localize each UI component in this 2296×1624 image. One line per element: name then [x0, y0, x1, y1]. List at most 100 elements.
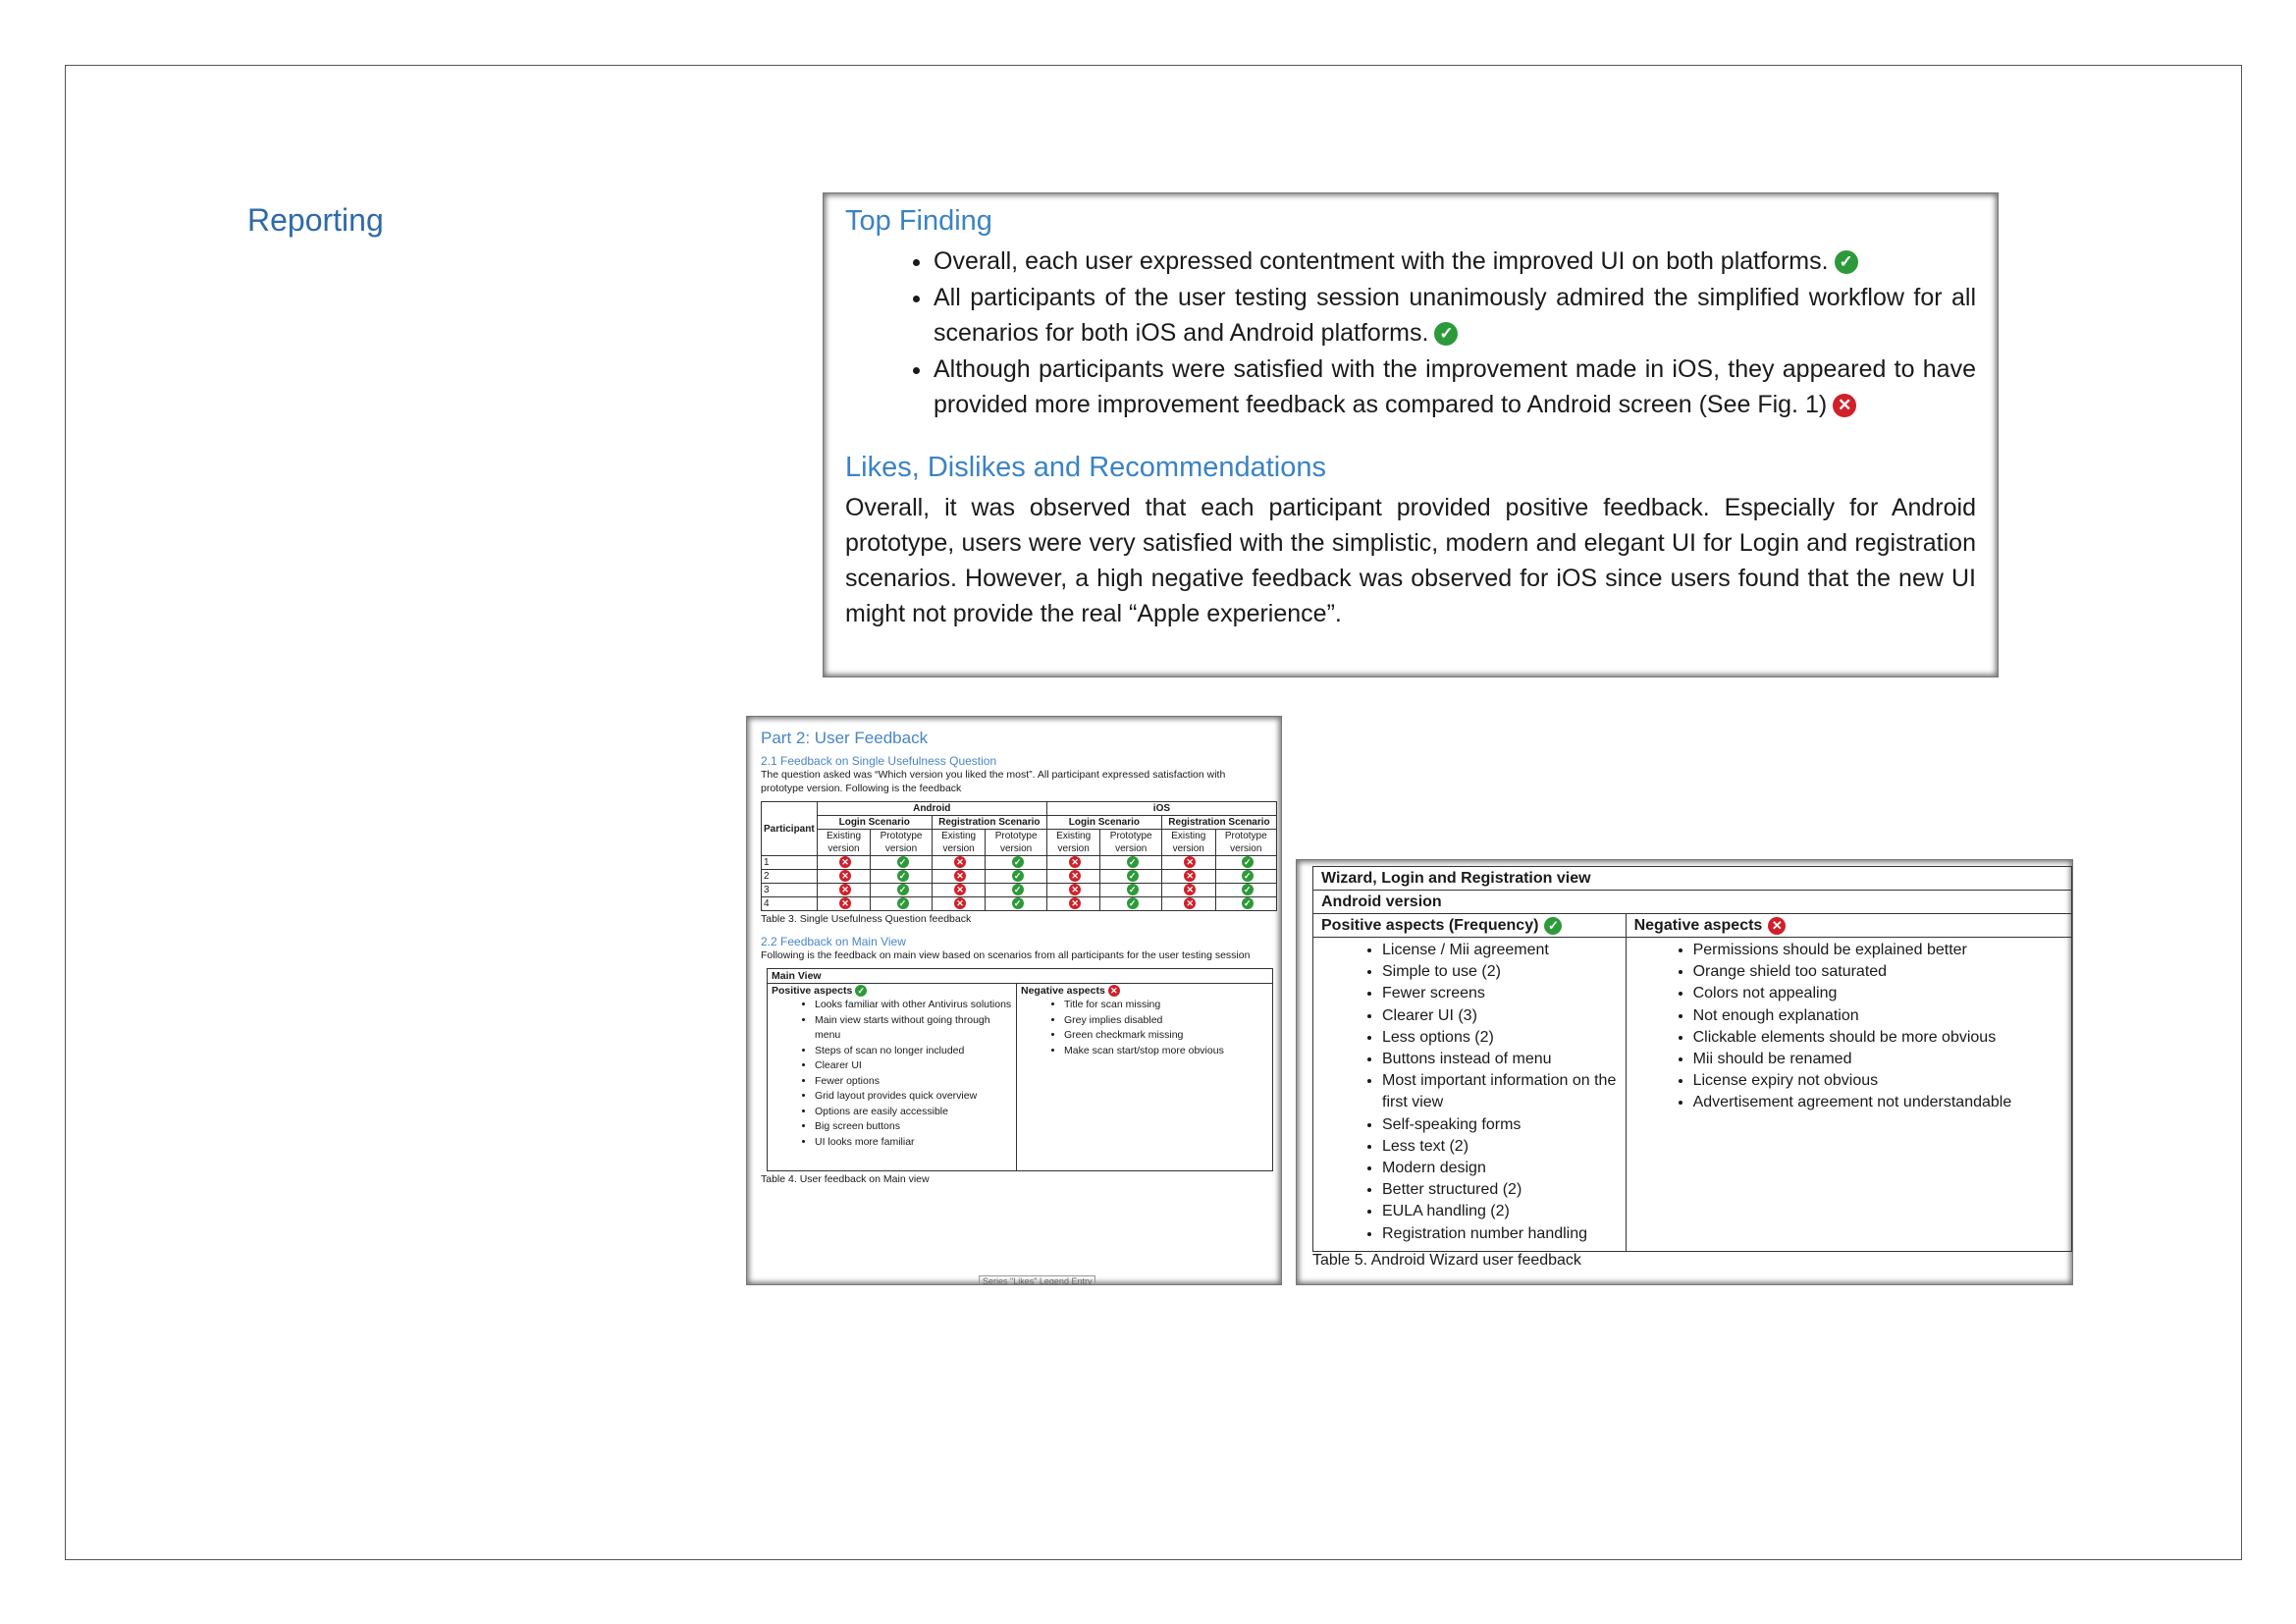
- existing-header: Existing version: [816, 829, 872, 856]
- wizard-negative-column: Negative aspects ✕ Permissions should be …: [1626, 914, 2071, 1251]
- table-cell: ✓: [1214, 869, 1278, 884]
- table-cell: ✓: [985, 869, 1047, 884]
- check-icon: ✓: [896, 897, 909, 910]
- table-cell: ✓: [870, 883, 933, 897]
- table-cell: ✓: [1099, 869, 1162, 884]
- table3-caption: Table 3. Single Usefulness Question feed…: [761, 913, 972, 925]
- list-item: Big screen buttons: [815, 1119, 1012, 1135]
- table-cell: ✕: [1160, 855, 1216, 870]
- top-finding-item: Although participants were satisfied wit…: [934, 352, 1976, 422]
- list-item: Less options (2): [1382, 1027, 1626, 1049]
- list-item: Buttons instead of menu: [1382, 1049, 1626, 1070]
- wizard-negative-list: Permissions should be explained betterOr…: [1627, 940, 2071, 1114]
- list-item: Steps of scan no longer included: [815, 1044, 1012, 1059]
- list-item: License expiry not obvious: [1693, 1070, 2071, 1092]
- cross-icon: ✕: [1184, 897, 1197, 910]
- table-cell: ✕: [1045, 896, 1101, 911]
- table-cell: ✓: [870, 896, 933, 911]
- list-item: Looks familiar with other Antivirus solu…: [815, 998, 1012, 1013]
- check-icon: ✓: [1011, 884, 1024, 896]
- android-header: Android: [816, 801, 1047, 816]
- wizard-table: Wizard, Login and Registration view Andr…: [1312, 866, 2072, 1252]
- cross-icon: ✕: [839, 856, 851, 869]
- check-icon: ✓: [1126, 870, 1139, 883]
- table-row: 2 ✕ ✓ ✕ ✓ ✕ ✓ ✕ ✓: [761, 869, 1278, 884]
- check-icon: ✓: [896, 884, 909, 896]
- table-cell: ✕: [931, 855, 987, 870]
- legend-entry-label: Series "Likes" Legend Entry: [979, 1275, 1096, 1284]
- cross-icon: ✕: [954, 856, 967, 869]
- table-cell: ✕: [931, 883, 987, 897]
- list-item: Orange shield too saturated: [1693, 961, 2071, 983]
- cross-icon: ✕: [839, 897, 851, 910]
- main-view-negative-list: Title for scan missingGrey implies disab…: [1021, 998, 1268, 1058]
- list-item: Most important information on the first …: [1382, 1070, 1626, 1113]
- cross-icon: ✕: [954, 870, 967, 883]
- likes-paragraph: Overall, it was observed that each parti…: [845, 494, 1976, 627]
- cross-icon: ✕: [1184, 856, 1197, 869]
- wizard-negative-header: Negative aspects: [1633, 917, 1763, 934]
- top-finding-panel: Top Finding Overall, each user expressed…: [823, 192, 1999, 677]
- usefulness-subheading: 2.1 Feedback on Single Usefulness Questi…: [761, 754, 997, 768]
- table-cell: ✓: [985, 883, 1047, 897]
- list-item: Not enough explanation: [1693, 1005, 2071, 1027]
- participant-id: 1: [761, 855, 818, 870]
- main-view-positive-column: Positive aspects✓ Looks familiar with ot…: [768, 984, 1017, 1170]
- top-finding-list: Overall, each user expressed contentment…: [845, 244, 1976, 422]
- wizard-positive-list: License / Mii agreementSimple to use (2)…: [1313, 940, 1626, 1245]
- list-item: Self-speaking forms: [1382, 1114, 1626, 1136]
- check-icon: ✓: [1434, 322, 1459, 347]
- usefulness-intro: The question asked was “Which version yo…: [761, 769, 1226, 794]
- table-cell: ✓: [1214, 896, 1278, 911]
- table-cell: ✕: [931, 896, 987, 911]
- positive-header: Positive aspects: [772, 985, 853, 997]
- list-item: Mii should be renamed: [1693, 1049, 2071, 1070]
- list-item: Fewer options: [815, 1074, 1012, 1090]
- list-item: Green checkmark missing: [1064, 1028, 1268, 1044]
- cross-icon: ✕: [954, 897, 967, 910]
- registration-header: Registration Scenario: [931, 815, 1047, 830]
- check-icon: ✓: [1126, 856, 1139, 869]
- participant-id: 2: [761, 869, 818, 884]
- top-finding-item: All participants of the user testing ses…: [934, 280, 1976, 351]
- existing-header: Existing version: [1160, 829, 1216, 856]
- wizard-version: Android version: [1313, 891, 2071, 914]
- cross-icon: ✕: [954, 884, 967, 896]
- list-item: License / Mii agreement: [1382, 940, 1626, 961]
- usefulness-table: Participant Android iOS Login Scenario R…: [761, 801, 1278, 911]
- table-cell: ✕: [816, 869, 872, 884]
- check-icon: ✓: [1241, 856, 1254, 869]
- table-cell: ✓: [985, 855, 1047, 870]
- list-item: UI looks more familiar: [815, 1135, 1012, 1151]
- table-cell: ✕: [1045, 869, 1101, 884]
- check-icon: ✓: [1241, 897, 1254, 910]
- check-icon: ✓: [1241, 884, 1254, 896]
- table-cell: ✕: [816, 896, 872, 911]
- table-cell: ✓: [1214, 883, 1278, 897]
- table-cell: ✓: [870, 855, 933, 870]
- main-view-positive-list: Looks familiar with other Antivirus solu…: [772, 998, 1012, 1150]
- top-finding-heading: Top Finding: [845, 205, 992, 237]
- wizard-positive-column: Positive aspects (Frequency) ✓ License / …: [1313, 914, 1627, 1251]
- check-icon: ✓: [1011, 856, 1024, 869]
- list-item: Advertisement agreement not understandab…: [1693, 1092, 2071, 1113]
- list-item: Title for scan missing: [1064, 998, 1268, 1013]
- list-item: Simple to use (2): [1382, 961, 1626, 983]
- table-cell: ✓: [985, 896, 1047, 911]
- main-view-negative-column: Negative aspects✕ Title for scan missing…: [1017, 984, 1272, 1170]
- table-cell: ✓: [870, 869, 933, 884]
- cross-icon: ✕: [1069, 856, 1082, 869]
- top-finding-text: Although participants were satisfied wit…: [934, 355, 1976, 418]
- table-cell: ✕: [1045, 883, 1101, 897]
- wizard-title: Wizard, Login and Registration view: [1313, 867, 2071, 891]
- table5-caption: Table 5. Android Wizard user feedback: [1312, 1251, 1581, 1269]
- prototype-header: Prototype version: [1099, 829, 1162, 856]
- list-item: Clickable elements should be more obviou…: [1693, 1027, 2071, 1049]
- cross-icon: ✕: [1069, 897, 1082, 910]
- list-item: Colors not appealing: [1693, 983, 2071, 1004]
- table-cell: ✓: [1099, 883, 1162, 897]
- prototype-header: Prototype version: [1214, 829, 1278, 856]
- list-item: Fewer screens: [1382, 983, 1626, 1004]
- existing-header: Existing version: [1045, 829, 1101, 856]
- check-icon: ✓: [855, 985, 868, 998]
